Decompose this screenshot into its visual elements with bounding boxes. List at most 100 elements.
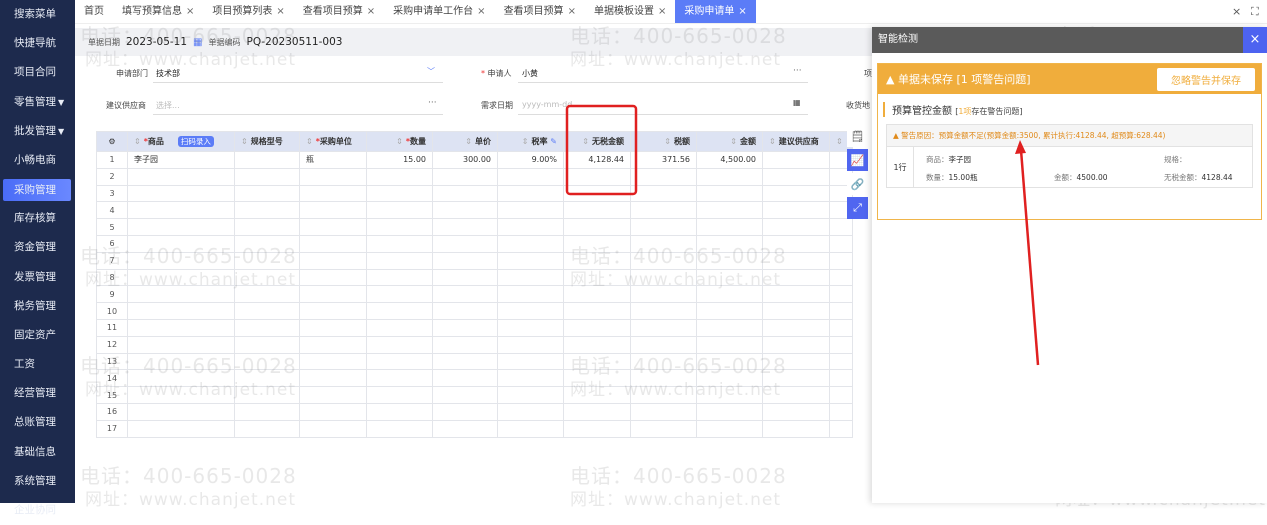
close-all-icon[interactable]: ×: [1232, 0, 1241, 24]
cell-amount[interactable]: [696, 369, 763, 388]
cell-product[interactable]: [127, 335, 235, 354]
tab[interactable]: 首页: [75, 0, 113, 23]
sidebar-item[interactable]: 项目合同: [0, 58, 75, 87]
cell-tax[interactable]: [630, 318, 697, 337]
sidebar-item[interactable]: 工资: [0, 350, 75, 379]
cell-price[interactable]: [432, 285, 498, 304]
cell-tax-rate[interactable]: [497, 335, 564, 354]
close-tab-icon[interactable]: ×: [738, 6, 746, 17]
table-row[interactable]: 17: [96, 419, 853, 438]
cell-product[interactable]: [127, 268, 235, 287]
cell-amount[interactable]: [696, 402, 763, 421]
cell-net[interactable]: [563, 285, 631, 304]
sidebar-item[interactable]: 零售管理 ▼: [0, 88, 75, 117]
cell-price[interactable]: [432, 184, 498, 203]
sort-icon[interactable]: ⇕: [465, 137, 472, 146]
cell-price[interactable]: [432, 318, 498, 337]
cell-price[interactable]: [432, 251, 498, 270]
cell-unit[interactable]: [299, 318, 367, 337]
column-header[interactable]: ⇕ 税额: [630, 131, 697, 152]
cell-supplier[interactable]: [762, 335, 830, 354]
date-value[interactable]: 2023-05-11: [126, 36, 187, 48]
cell-unit[interactable]: [299, 251, 367, 270]
scan-entry-button[interactable]: 扫码录入: [177, 136, 214, 147]
cell-amount[interactable]: [696, 201, 763, 220]
column-header[interactable]: ⇕ 规格型号: [234, 131, 300, 152]
more-icon[interactable]: ···: [428, 98, 437, 108]
sidebar-item[interactable]: 固定资产: [0, 321, 75, 350]
column-header[interactable]: ⇕ 税率 ✎: [497, 131, 564, 152]
cell-amount[interactable]: 4,500.00: [696, 151, 763, 169]
cell-unit[interactable]: [299, 369, 367, 388]
cell-net[interactable]: [563, 402, 631, 421]
cell-spec[interactable]: [234, 201, 300, 220]
cell-qty[interactable]: [366, 285, 433, 304]
cell-amount[interactable]: [696, 184, 763, 203]
column-header[interactable]: ⇕ 金额: [696, 131, 763, 152]
cell-tax[interactable]: [630, 201, 697, 220]
sidebar-item[interactable]: 库存核算: [0, 204, 75, 233]
cell-amount[interactable]: [696, 318, 763, 337]
cell-net[interactable]: [563, 268, 631, 287]
cell-spec[interactable]: [234, 302, 300, 320]
tab[interactable]: 查看项目预算 ×: [495, 0, 585, 23]
sidebar-item[interactable]: 总账管理: [0, 408, 75, 437]
cell-qty[interactable]: [366, 268, 433, 287]
sort-icon[interactable]: ⇕: [396, 137, 403, 146]
cell-unit[interactable]: [299, 352, 367, 371]
cell-tax-rate[interactable]: [497, 184, 564, 203]
cell-supplier[interactable]: [762, 268, 830, 287]
cell-tax-rate[interactable]: [497, 352, 564, 371]
cell-tax-rate[interactable]: [497, 234, 564, 253]
cell-spec[interactable]: [234, 369, 300, 388]
sort-icon[interactable]: ⇕: [241, 137, 248, 146]
sort-icon[interactable]: ⇕: [769, 137, 776, 146]
cell-price[interactable]: [432, 402, 498, 421]
cell-supplier[interactable]: [762, 218, 830, 236]
cell-unit[interactable]: [299, 184, 367, 203]
cell-net[interactable]: [563, 201, 631, 220]
cell-tax-rate[interactable]: [497, 386, 564, 404]
column-header[interactable]: ⇕ *商品 扫码录入: [127, 131, 235, 152]
cell-unit[interactable]: [299, 285, 367, 304]
cell-product[interactable]: [127, 318, 235, 337]
cell-net[interactable]: [563, 167, 631, 186]
cell-tax[interactable]: [630, 335, 697, 354]
cell-qty[interactable]: [366, 386, 433, 404]
cell-price[interactable]: [432, 386, 498, 404]
cell-qty[interactable]: [366, 234, 433, 253]
cell-amount[interactable]: [696, 251, 763, 270]
tab[interactable]: 填写预算信息 ×: [113, 0, 203, 23]
cell-price[interactable]: [432, 167, 498, 186]
cell-product[interactable]: [127, 352, 235, 371]
cell-tax[interactable]: [630, 167, 697, 186]
cell-spec[interactable]: [234, 184, 300, 203]
cell-tax[interactable]: [630, 251, 697, 270]
sidebar-item[interactable]: 采购管理: [3, 179, 71, 202]
cell-tax[interactable]: [630, 184, 697, 203]
calendar-icon[interactable]: ▦: [193, 37, 202, 48]
applicant-field[interactable]: 小黄: [522, 68, 538, 79]
cell-amount[interactable]: [696, 335, 763, 354]
close-tab-icon[interactable]: ×: [367, 6, 375, 17]
sidebar-item[interactable]: 小畅电商: [0, 146, 75, 175]
close-tab-icon[interactable]: ×: [477, 6, 485, 17]
cell-spec[interactable]: [234, 318, 300, 337]
sidebar-item[interactable]: 发票管理: [0, 263, 75, 292]
cell-spec[interactable]: [234, 419, 300, 438]
more-icon[interactable]: ···: [793, 66, 802, 76]
cell-spec[interactable]: [234, 251, 300, 270]
table-row[interactable]: 1 李子园瓶 15.00 300.00 9.00% 4,128.44 371.56 4,500…: [96, 151, 853, 169]
cell-tax[interactable]: 371.56: [630, 151, 697, 169]
cell-tax-rate[interactable]: [497, 167, 564, 186]
chart-icon[interactable]: 📈: [847, 149, 868, 171]
cell-net[interactable]: [563, 419, 631, 438]
cell-supplier[interactable]: [762, 352, 830, 371]
cell-product[interactable]: 李子园: [127, 151, 235, 169]
cell-net[interactable]: [563, 369, 631, 388]
cell-amount[interactable]: [696, 268, 763, 287]
settings-icon[interactable]: ⚙: [96, 131, 128, 152]
cell-price[interactable]: [432, 201, 498, 220]
tab[interactable]: 单据模板设置 ×: [585, 0, 675, 23]
sidebar-item[interactable]: 企业协同: [0, 496, 75, 525]
